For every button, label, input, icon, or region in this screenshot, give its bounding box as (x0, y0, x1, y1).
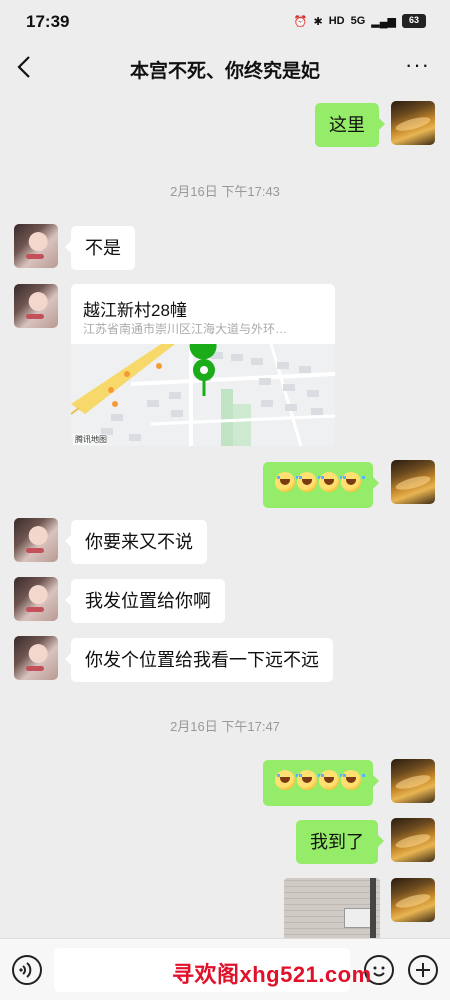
map-image (71, 332, 335, 446)
plus-button[interactable] (408, 955, 438, 985)
laugh-cry-emoji-icon (319, 770, 343, 790)
message-bubble-self[interactable]: 这里 (315, 103, 385, 147)
contact-avatar[interactable] (14, 577, 58, 621)
back-button[interactable] (14, 54, 36, 80)
status-icons: ⏰ ✱ HD 5G ▂▄▆ 63 (294, 14, 426, 28)
location-address: 江苏省南通市崇川区江海大道与外环… (83, 322, 288, 336)
contact-avatar[interactable] (14, 284, 58, 328)
contact-avatar[interactable] (14, 636, 58, 680)
contact-avatar[interactable] (14, 518, 58, 562)
emoji-message-self[interactable] (263, 760, 379, 806)
network-label: 5G (350, 15, 366, 27)
laugh-cry-emoji-icon (297, 770, 321, 790)
hd-icon: HD (328, 15, 345, 27)
self-avatar[interactable] (391, 460, 435, 504)
laugh-cry-emoji-icon (341, 472, 365, 492)
self-avatar[interactable] (391, 759, 435, 803)
laugh-cry-emoji-icon (275, 770, 299, 790)
status-bar: 17:39 ⏰ ✱ HD 5G ▂▄▆ 63 (0, 0, 450, 44)
laugh-cry-emoji-icon (275, 472, 299, 492)
image-pipe (370, 878, 376, 940)
laugh-cry-emoji-icon (297, 472, 321, 492)
voice-input-button[interactable] (12, 955, 42, 985)
contact-avatar[interactable] (14, 224, 58, 268)
laugh-cry-emoji-icon (319, 472, 343, 492)
more-options-button[interactable]: ··· (405, 52, 430, 78)
timestamp: 2月16日 下午17:47 (170, 719, 280, 734)
message-bubble-self[interactable]: 我到了 (296, 820, 384, 864)
message-bubble-contact[interactable]: 不是 (65, 226, 135, 270)
location-map: 腾讯地图 (71, 332, 335, 446)
alarm-icon: ⏰ (293, 15, 308, 28)
image-ac-unit (344, 908, 372, 928)
chat-title: 本宫不死、你终究是妃 (129, 61, 320, 82)
image-message[interactable] (284, 878, 380, 940)
nav-bar: 本宫不死、你终究是妃 ··· (0, 44, 450, 90)
self-avatar[interactable] (391, 818, 435, 862)
self-avatar[interactable] (391, 101, 435, 145)
voice-icon (19, 962, 32, 978)
chevron-left-icon (17, 56, 30, 78)
location-card[interactable]: 越江新村28幢 江苏省南通市崇川区江海大道与外环… 腾讯地图 (71, 284, 335, 446)
status-time: 17:39 (26, 12, 70, 31)
message-bubble-contact[interactable]: 我发位置给你啊 (65, 579, 225, 623)
watermark: 寻欢阁xhg521.com (172, 962, 372, 987)
message-bubble-contact[interactable]: 你要来又不说 (65, 520, 207, 564)
location-name: 越江新村28幢 (83, 301, 187, 320)
map-provider-label: 腾讯地图 (75, 435, 107, 444)
emoji-message-self[interactable] (263, 462, 379, 508)
signal-icon: ▂▄▆ (371, 15, 396, 28)
laugh-cry-emoji-icon (341, 770, 365, 790)
battery-icon: 63 (402, 14, 426, 28)
message-bubble-contact[interactable]: 你发个位置给我看一下远不远 (65, 638, 333, 682)
bluetooth-icon: ✱ (313, 15, 323, 28)
self-avatar[interactable] (391, 878, 435, 922)
timestamp: 2月16日 下午17:43 (170, 184, 280, 199)
